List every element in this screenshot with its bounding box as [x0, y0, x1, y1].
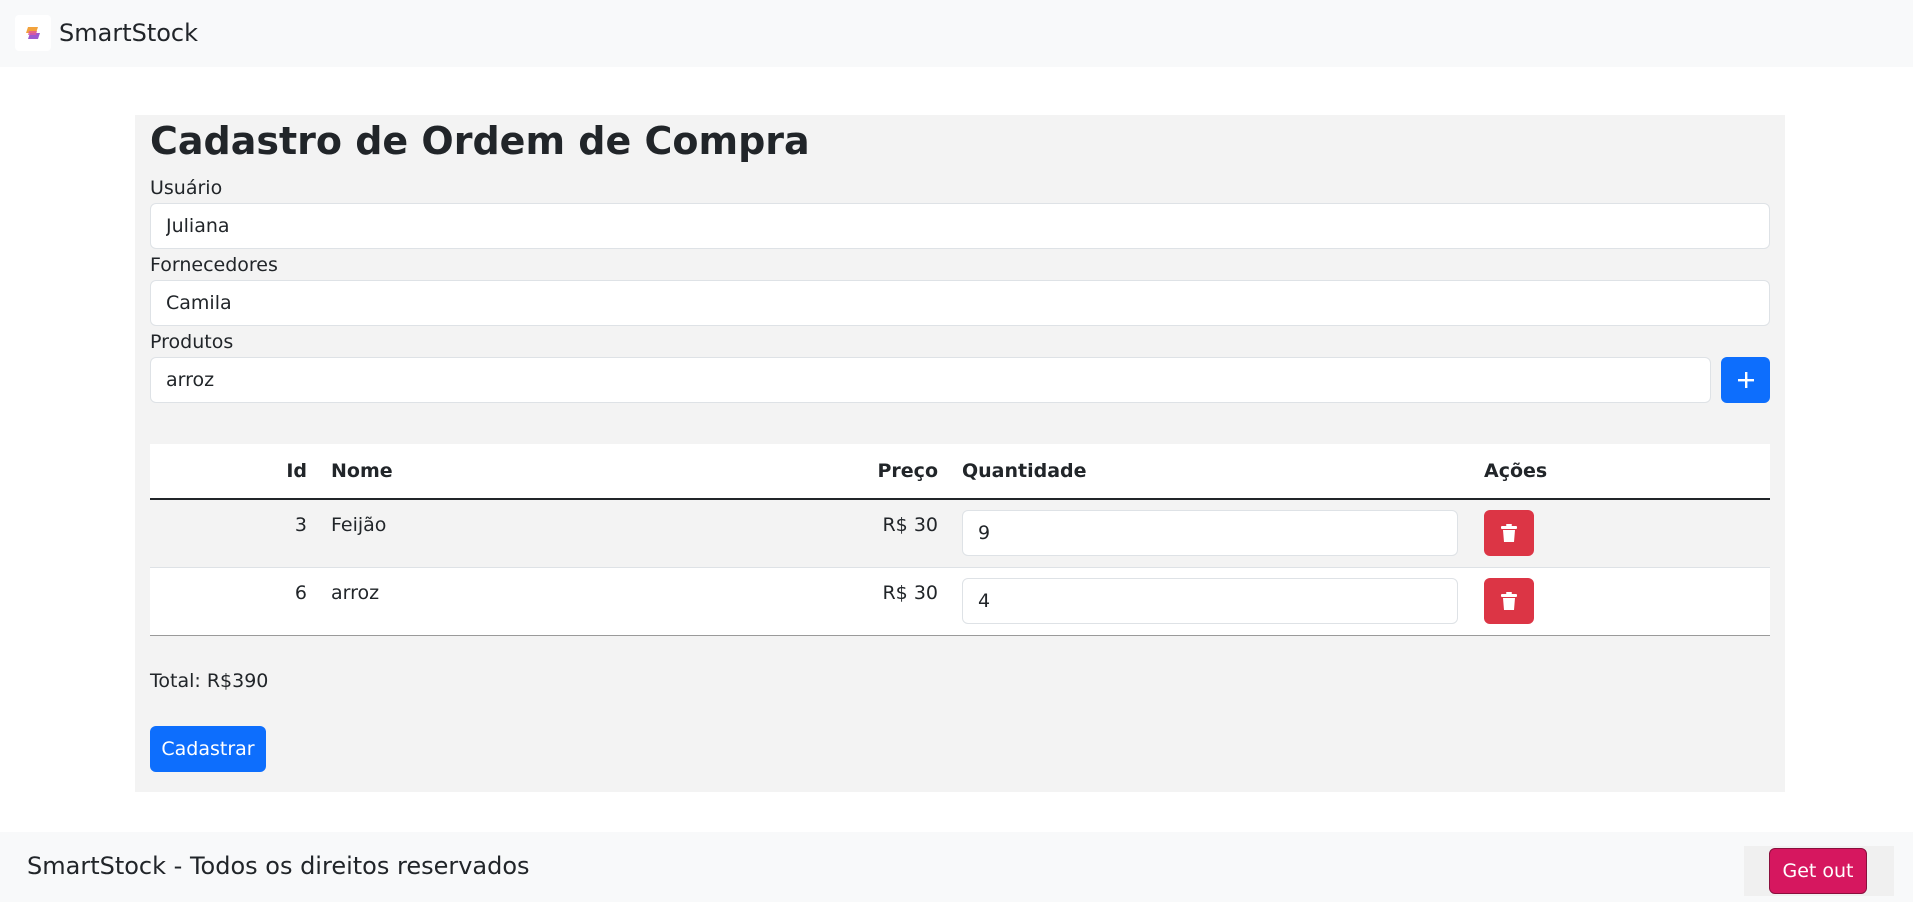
order-total: Total: R$390	[150, 670, 269, 692]
footer-copyright: SmartStock - Todos os direitos reservado…	[27, 852, 530, 880]
header-actions: Ações	[1484, 460, 1548, 482]
page-title: Cadastro de Ordem de Compra	[150, 119, 810, 163]
row-price: R$ 30	[882, 514, 938, 536]
logout-button[interactable]: Get out	[1769, 848, 1867, 894]
purchase-order-form: Cadastro de Ordem de Compra Usuário Forn…	[135, 115, 1785, 792]
brand-name: SmartStock	[59, 19, 199, 47]
header-price: Preço	[877, 460, 939, 482]
user-field[interactable]	[150, 203, 1770, 249]
brand-link[interactable]: SmartStock	[15, 15, 198, 51]
products-field[interactable]	[150, 357, 1711, 403]
user-label: Usuário	[150, 177, 223, 199]
table-row: 6 arroz R$ 30	[150, 567, 1770, 635]
plus-icon	[1737, 372, 1754, 388]
trash-icon	[1501, 524, 1517, 542]
submit-button[interactable]: Cadastrar	[150, 726, 266, 772]
supplier-label: Fornecedores	[150, 254, 278, 276]
add-product-button[interactable]	[1721, 357, 1770, 403]
trash-icon	[1501, 591, 1517, 610]
products-label: Produtos	[150, 331, 234, 353]
table-header-row: Id Nome Preço Quantidade Ações	[150, 444, 1770, 499]
header-id: Id	[286, 460, 307, 482]
row-id: 3	[294, 514, 307, 536]
table-row: 3 Feijão R$ 30	[150, 499, 1770, 567]
navbar: SmartStock	[0, 0, 1913, 67]
app-logo-icon	[15, 15, 51, 51]
header-quantity: Quantidade	[962, 460, 1087, 482]
products-table: Id Nome Preço Quantidade Ações 3 Feijão …	[150, 444, 1770, 636]
row-price: R$ 30	[882, 581, 938, 604]
row-name: Feijão	[331, 514, 387, 536]
header-name: Nome	[331, 460, 393, 482]
row-name: arroz	[331, 581, 380, 604]
logout-container: Get out	[1744, 846, 1894, 896]
quantity-input[interactable]	[962, 510, 1458, 556]
delete-item-button[interactable]	[1484, 577, 1534, 624]
supplier-field[interactable]	[150, 280, 1770, 326]
footer: SmartStock - Todos os direitos reservado…	[0, 832, 1913, 902]
delete-item-button[interactable]	[1484, 510, 1534, 556]
quantity-input[interactable]	[962, 577, 1458, 624]
row-id: 6	[294, 581, 307, 604]
